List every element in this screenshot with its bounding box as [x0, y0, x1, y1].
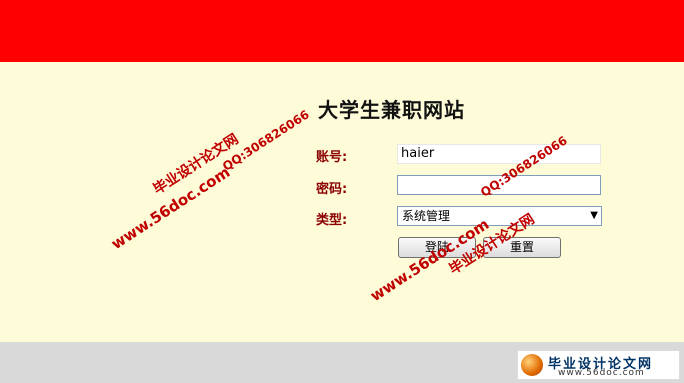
footer-logo-url: www.56doc.com: [558, 368, 645, 378]
account-input[interactable]: haier: [397, 144, 601, 164]
top-banner: [0, 0, 684, 62]
type-select-value: 系统管理: [402, 209, 451, 223]
footer-logo: 毕业设计论文网 www.56doc.com: [517, 350, 680, 380]
account-label: 账号:: [316, 150, 348, 165]
chevron-down-icon[interactable]: ▼: [590, 207, 598, 225]
password-label: 密码:: [316, 182, 348, 197]
globe-icon: [521, 354, 543, 376]
site-title: 大学生兼职网站: [318, 98, 465, 122]
type-select[interactable]: 系统管理 ▼: [397, 206, 602, 226]
type-label: 类型:: [316, 213, 348, 228]
